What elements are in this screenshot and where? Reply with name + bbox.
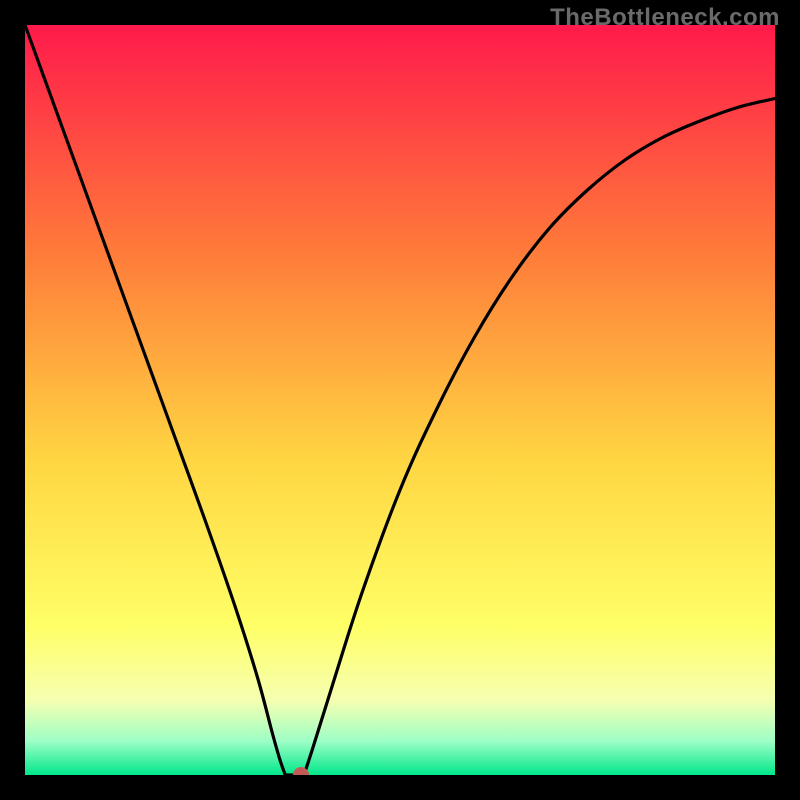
plot-area xyxy=(25,25,775,775)
chart-frame: { "watermark": "TheBottleneck.com", "col… xyxy=(0,0,800,800)
curve-path xyxy=(25,25,775,775)
bottleneck-curve xyxy=(25,25,775,775)
watermark-text: TheBottleneck.com xyxy=(550,4,780,32)
